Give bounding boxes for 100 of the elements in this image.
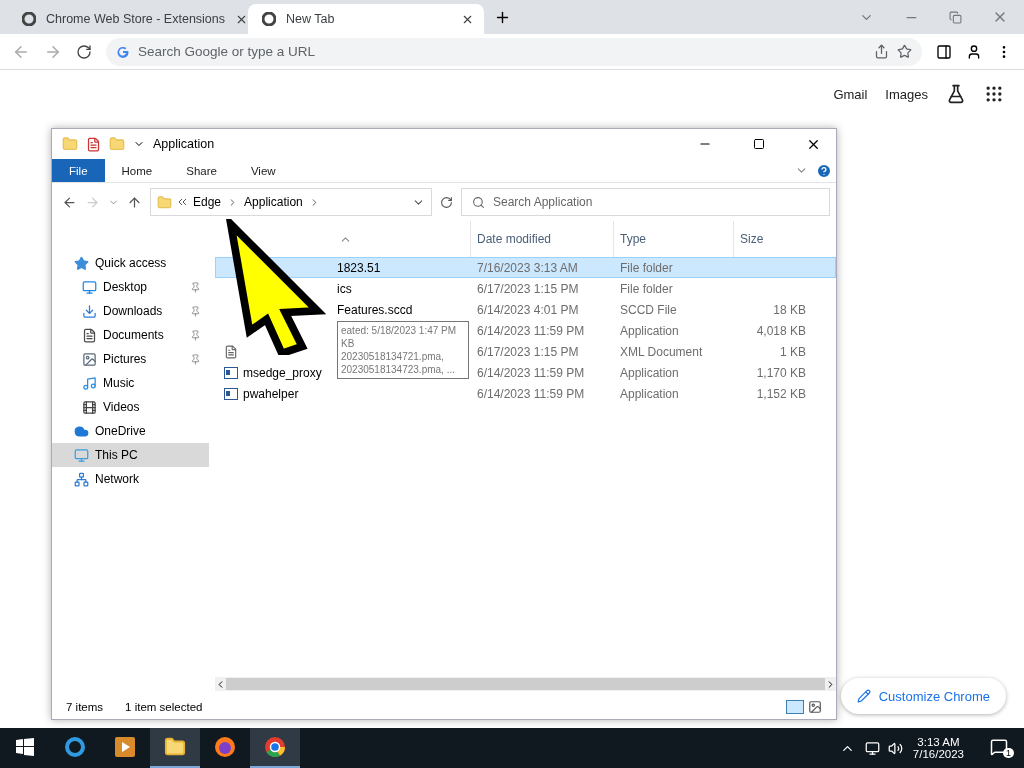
tooltip-line: eated: 5/18/2023 1:47 PM: [341, 324, 458, 337]
status-text: 1 item selected: [125, 701, 203, 713]
tooltip-line: KB: [341, 337, 356, 350]
tooltip-line: 20230518134721.pma, 20230518134723.pma, ...: [341, 350, 456, 376]
back-icon[interactable]: [62, 194, 77, 210]
ribbon-tab[interactable]: Share: [169, 159, 234, 182]
thumbnail-view-icon[interactable]: [808, 700, 822, 714]
file-name[interactable]: msedge_proxy: [243, 365, 322, 380]
file-name[interactable]: ics: [337, 281, 352, 296]
type-cell-text: XML Document: [619, 344, 704, 359]
nav-item[interactable]: Downloads: [52, 299, 209, 323]
omnibox-field[interactable]: Search Google or type a URL: [106, 37, 922, 66]
desktop-icon: [82, 279, 97, 295]
message-icon: [990, 738, 1008, 756]
date-cell-text: 6/17/2023 1:15 PM: [476, 281, 580, 296]
date-cell-text: 6/14/2023 11:59 PM: [476, 365, 586, 380]
file-name[interactable]: Features.sccd: [337, 302, 413, 317]
app-icon: [224, 387, 238, 400]
size-cell-text: 1,152 KB: [755, 386, 807, 401]
maximize-icon: [753, 138, 765, 150]
google-g-icon: [116, 44, 130, 59]
clock[interactable]: 3:13 AM 7/16/2023: [902, 736, 974, 760]
type-cell-text: SCCD File: [619, 302, 678, 317]
customize-chrome-button[interactable]: Customize Chrome: [840, 678, 1006, 714]
restore-icon[interactable]: [949, 10, 962, 24]
nav-item[interactable]: Music: [52, 371, 209, 395]
horizontal-scrollbar[interactable]: [215, 677, 836, 691]
chrome-taskbar-icon[interactable]: [250, 728, 300, 768]
date-cell-text: 6/17/2023 1:15 PM: [476, 344, 580, 359]
date-cell-text: 6/14/2023 4:01 PM: [476, 302, 580, 317]
address-bar[interactable]: Edge Application: [150, 188, 432, 216]
checklist-icon[interactable]: [86, 136, 101, 152]
star-icon: [74, 255, 89, 271]
nav-item[interactable]: Network: [52, 467, 209, 491]
picture-icon: [82, 351, 97, 367]
reload-icon[interactable]: [76, 43, 92, 60]
size-cell-text: 18 KB: [772, 302, 807, 317]
date-cell-text: 6/14/2023 11:59 PM: [476, 323, 586, 338]
ribbon-tab[interactable]: View: [233, 159, 293, 182]
size-cell-text: 1 KB: [779, 344, 807, 359]
side-panel-icon[interactable]: [936, 43, 952, 60]
type-cell-text: Application: [619, 365, 680, 380]
network-icon[interactable]: [864, 740, 880, 756]
up-icon[interactable]: [127, 194, 142, 210]
nav-item[interactable]: Quick access: [52, 251, 209, 275]
pencil-icon: [856, 689, 871, 703]
document-icon: [82, 327, 97, 343]
file-name[interactable]: 1823.51: [337, 260, 381, 275]
nav-item[interactable]: Pictures: [52, 347, 209, 371]
notification-button[interactable]: 1: [974, 728, 1024, 768]
apps-grid-icon[interactable]: [984, 84, 1004, 104]
breadcrumb-item[interactable]: Application: [244, 195, 303, 209]
video-icon: [82, 399, 97, 415]
date-cell-text: 7/16/2023 3:13 AM: [476, 260, 579, 275]
size-cell-text: 1,170 KB: [755, 365, 807, 380]
cloud-icon: [74, 423, 89, 439]
header-link[interactable]: Images: [885, 86, 928, 102]
selected-row-highlight[interactable]: 1823.51 7/16/2023 3:13 AM File folder: [215, 257, 836, 278]
file-explorer-taskbar-icon[interactable]: [150, 728, 200, 768]
file-name[interactable]: pwahelper: [243, 386, 299, 401]
type-cell-text: File folder: [619, 281, 674, 296]
pc-icon: [74, 447, 89, 463]
search-field[interactable]: Search Application: [461, 188, 830, 216]
flask-icon[interactable]: [946, 84, 966, 104]
music-icon: [82, 375, 97, 391]
volume-icon[interactable]: [887, 740, 903, 756]
profile-icon[interactable]: [966, 43, 982, 60]
nav-item[interactable]: Documents: [52, 323, 209, 347]
download-icon: [82, 303, 97, 319]
tab-favicon-icon: [22, 12, 36, 26]
type-cell-text: Application: [619, 386, 680, 401]
folder-icon: [157, 194, 172, 210]
refresh-icon[interactable]: [440, 195, 453, 209]
size-cell-text: 4,018 KB: [755, 323, 807, 338]
browser-tab[interactable]: New Tab: [248, 4, 484, 34]
app-icon: [224, 366, 238, 379]
details-view-icon[interactable]: [786, 700, 804, 714]
share-icon[interactable]: [874, 44, 889, 59]
star-icon[interactable]: [897, 44, 912, 59]
breadcrumb-item[interactable]: Edge: [193, 195, 222, 209]
windows-logo-icon: [16, 738, 34, 756]
status-text: 7 items: [66, 701, 104, 713]
document-icon: [224, 344, 238, 359]
date-cell-text: 6/14/2023 11:59 PM: [476, 386, 586, 401]
search-icon: [472, 195, 485, 209]
header-link[interactable]: Gmail: [833, 86, 868, 102]
type-cell-text: Application: [619, 323, 680, 338]
nav-item[interactable]: Desktop: [52, 275, 209, 299]
type-cell-text: File folder: [619, 260, 674, 275]
tab-favicon-icon: [262, 12, 276, 26]
nav-item[interactable]: Videos: [52, 395, 209, 419]
nav-item[interactable]: This PC: [52, 443, 209, 467]
window-title: Application: [153, 137, 216, 151]
ribbon-tab[interactable]: File: [52, 159, 105, 182]
overflow-chevron-icon: [178, 198, 187, 206]
ribbon-tab[interactable]: Home: [104, 159, 170, 182]
notification-count: 1: [1003, 748, 1014, 758]
browser-tab[interactable]: Chrome Web Store - Extensions: [8, 4, 244, 34]
nav-item[interactable]: OneDrive: [52, 419, 209, 443]
network-icon: [74, 471, 89, 487]
